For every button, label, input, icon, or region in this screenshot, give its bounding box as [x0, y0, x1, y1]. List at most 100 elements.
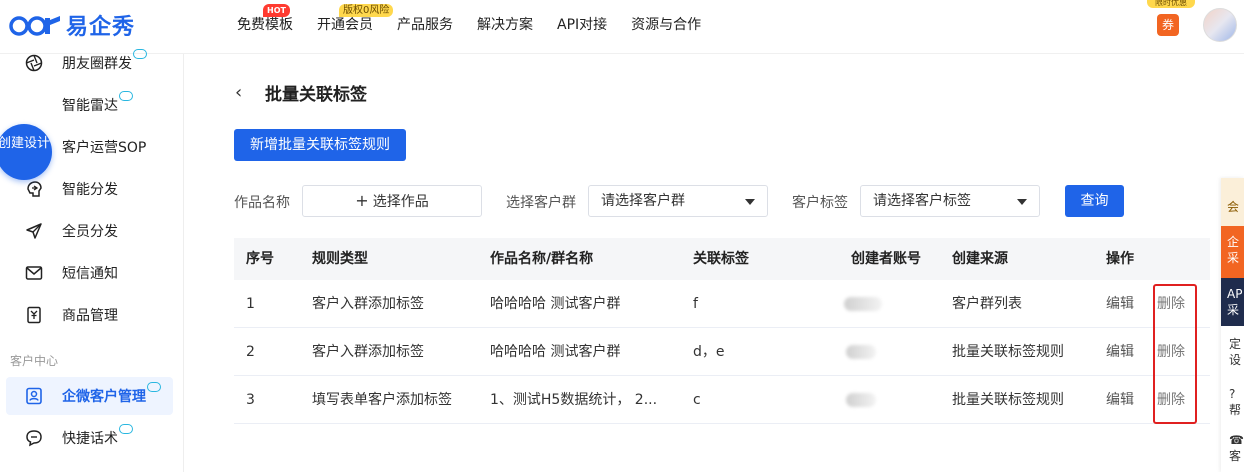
- sidebar-item-label: 朋友圈群发: [62, 49, 147, 73]
- select-work-button[interactable]: + 选择作品: [302, 185, 482, 217]
- rp-enterprise[interactable]: 企采: [1221, 226, 1244, 278]
- row-creator-redacted: [846, 376, 876, 424]
- group-select-placeholder: 请选择客户群: [601, 193, 685, 209]
- aperture-icon: [25, 54, 43, 72]
- back-chevron-icon[interactable]: ‹: [235, 82, 242, 103]
- nav-label: 产品服务: [397, 17, 453, 33]
- rp-member[interactable]: 会: [1221, 178, 1244, 226]
- sidebar-item-label: 智能分发: [62, 182, 118, 198]
- row-creator-redacted: [844, 280, 882, 328]
- right-float-panel: 会 企采 AP 采 定设 ? 帮 ☎ 客: [1221, 178, 1244, 472]
- rules-table: 序号 规则类型 作品名称/群名称 关联标签 创建者账号 创建来源 操作 1 客户…: [234, 238, 1210, 424]
- rp-help[interactable]: ? 帮: [1221, 384, 1244, 420]
- rp-service[interactable]: ☎ 客: [1221, 430, 1244, 470]
- nav-label: 免费模板: [237, 17, 293, 33]
- tag-filter-label: 客户标签: [792, 195, 848, 211]
- row-index: 1: [246, 296, 255, 312]
- sidebar-item-label: 智能雷达: [62, 91, 133, 115]
- nav-membership[interactable]: 版权0风险 开通会员: [317, 0, 394, 54]
- share-brain-icon: [27, 181, 42, 197]
- edit-link[interactable]: 编辑: [1106, 376, 1134, 424]
- table-header: 序号 规则类型 作品名称/群名称 关联标签 创建者账号 创建来源 操作: [234, 238, 1210, 280]
- header-source: 创建来源: [952, 251, 1008, 267]
- hot-badge: HOT: [263, 4, 290, 17]
- quick-reply-icon: [26, 430, 42, 447]
- row-tags: f: [693, 296, 698, 312]
- sidebar-item-sms[interactable]: 短信通知: [0, 255, 184, 291]
- header-index: 序号: [246, 251, 274, 267]
- row-type: 客户入群添加标签: [312, 344, 424, 360]
- sidebar-item-label: 全员分发: [62, 224, 118, 240]
- add-rule-button[interactable]: 新增批量关联标签规则: [234, 129, 406, 161]
- main-nav: HOT 免费模板 版权0风险 开通会员 产品服务 解决方案 API对接 资源与合…: [237, 0, 725, 54]
- product-icon: [27, 306, 41, 324]
- sidebar-item-products[interactable]: 商品管理: [0, 297, 184, 333]
- header-type: 规则类型: [312, 251, 368, 267]
- mail-icon: [25, 266, 43, 280]
- row-tags: c: [693, 392, 701, 408]
- nav-label: API对接: [557, 17, 608, 33]
- coupon-icon[interactable]: 券: [1157, 14, 1179, 36]
- headset-icon: ☎: [1229, 433, 1244, 447]
- rp-custom[interactable]: 定设: [1221, 334, 1244, 374]
- logo-mark-icon: [9, 16, 60, 36]
- plus-icon: +: [355, 191, 369, 210]
- sidebar-item-label: 企微客户管理: [62, 382, 161, 406]
- group-filter-label: 选择客户群: [506, 195, 576, 211]
- nav-products[interactable]: 产品服务: [397, 0, 453, 54]
- sidebar-item-label: 商品管理: [62, 308, 118, 324]
- avatar[interactable]: [1203, 8, 1237, 42]
- sidebar-item-label: 快捷话术: [62, 424, 133, 448]
- paper-plane-icon: [26, 223, 42, 239]
- ai-badge-icon: [133, 49, 147, 59]
- header-name: 作品名称/群名称: [490, 251, 594, 267]
- sidebar-item-wecom-customers[interactable]: 企微客户管理: [6, 377, 173, 415]
- sidebar-item-radar[interactable]: 智能雷达: [0, 87, 184, 123]
- nav-label: 解决方案: [477, 17, 533, 33]
- sidebar-item-label: 短信通知: [62, 266, 118, 282]
- table-row: 3 填写表单客户添加标签 1、测试H5数据统计， 2... c 批量关联标签规则…: [234, 376, 1210, 424]
- row-name: 哈哈哈哈 测试客户群: [490, 296, 621, 312]
- tag-select[interactable]: 请选择客户标签: [860, 185, 1040, 217]
- rp-api[interactable]: AP 采: [1221, 278, 1244, 326]
- header-actions: 操作: [1106, 251, 1134, 267]
- row-creator-redacted: [846, 328, 876, 376]
- contact-card-icon: [26, 387, 42, 405]
- logo-text: 易企秀: [66, 15, 136, 40]
- sidebar-group-label: 客户中心: [10, 354, 59, 368]
- logo[interactable]: 易企秀: [8, 10, 135, 40]
- sidebar-item-moments[interactable]: 朋友圈群发: [0, 45, 184, 81]
- nav-label: 开通会员: [317, 17, 373, 33]
- row-name: 1、测试H5数据统计， 2...: [490, 392, 658, 408]
- copyright-badge: 版权0风险: [339, 4, 394, 17]
- caret-down-icon: [1017, 199, 1027, 205]
- sidebar-item-all-distribute[interactable]: 全员分发: [0, 213, 184, 249]
- nav-solutions[interactable]: 解决方案: [477, 0, 533, 54]
- nav-free-templates[interactable]: HOT 免费模板: [237, 0, 293, 54]
- sidebar-item-label: 客户运营SOP: [62, 140, 147, 156]
- edit-link[interactable]: 编辑: [1106, 328, 1134, 376]
- sidebar: 朋友圈群发 智能雷达 创建设计 客户运营SOP 智能分发 全员分发 短信通知 商…: [0, 49, 184, 472]
- tag-select-placeholder: 请选择客户标签: [873, 193, 971, 209]
- page-title: 批量关联标签: [265, 85, 367, 105]
- header-creator: 创建者账号: [851, 251, 921, 267]
- row-source: 批量关联标签规则: [952, 344, 1064, 360]
- group-select[interactable]: 请选择客户群: [588, 185, 768, 217]
- top-header: 易企秀 HOT 免费模板 版权0风险 开通会员 产品服务 解决方案 API对接 …: [0, 0, 1244, 54]
- nav-resources[interactable]: 资源与合作: [631, 0, 701, 54]
- sidebar-item-quick-reply[interactable]: 快捷话术: [0, 420, 184, 456]
- row-tags: d，e: [693, 344, 725, 360]
- ai-badge-icon: [119, 91, 133, 101]
- select-work-label: 选择作品: [372, 194, 429, 210]
- caret-down-icon: [745, 199, 755, 205]
- row-index: 2: [246, 344, 255, 360]
- ai-badge-icon: [119, 424, 133, 434]
- table-row: 2 客户入群添加标签 哈哈哈哈 测试客户群 d，e 批量关联标签规则 编辑 删除: [234, 328, 1210, 376]
- help-icon: ?: [1229, 387, 1236, 401]
- nav-api[interactable]: API对接: [557, 0, 607, 54]
- edit-link[interactable]: 编辑: [1106, 280, 1134, 328]
- delete-column-highlight: [1153, 284, 1197, 424]
- ai-badge-icon: [147, 382, 161, 392]
- coupon-banner[interactable]: 限时优惠: [1147, 0, 1195, 8]
- query-button[interactable]: 查询: [1065, 185, 1124, 217]
